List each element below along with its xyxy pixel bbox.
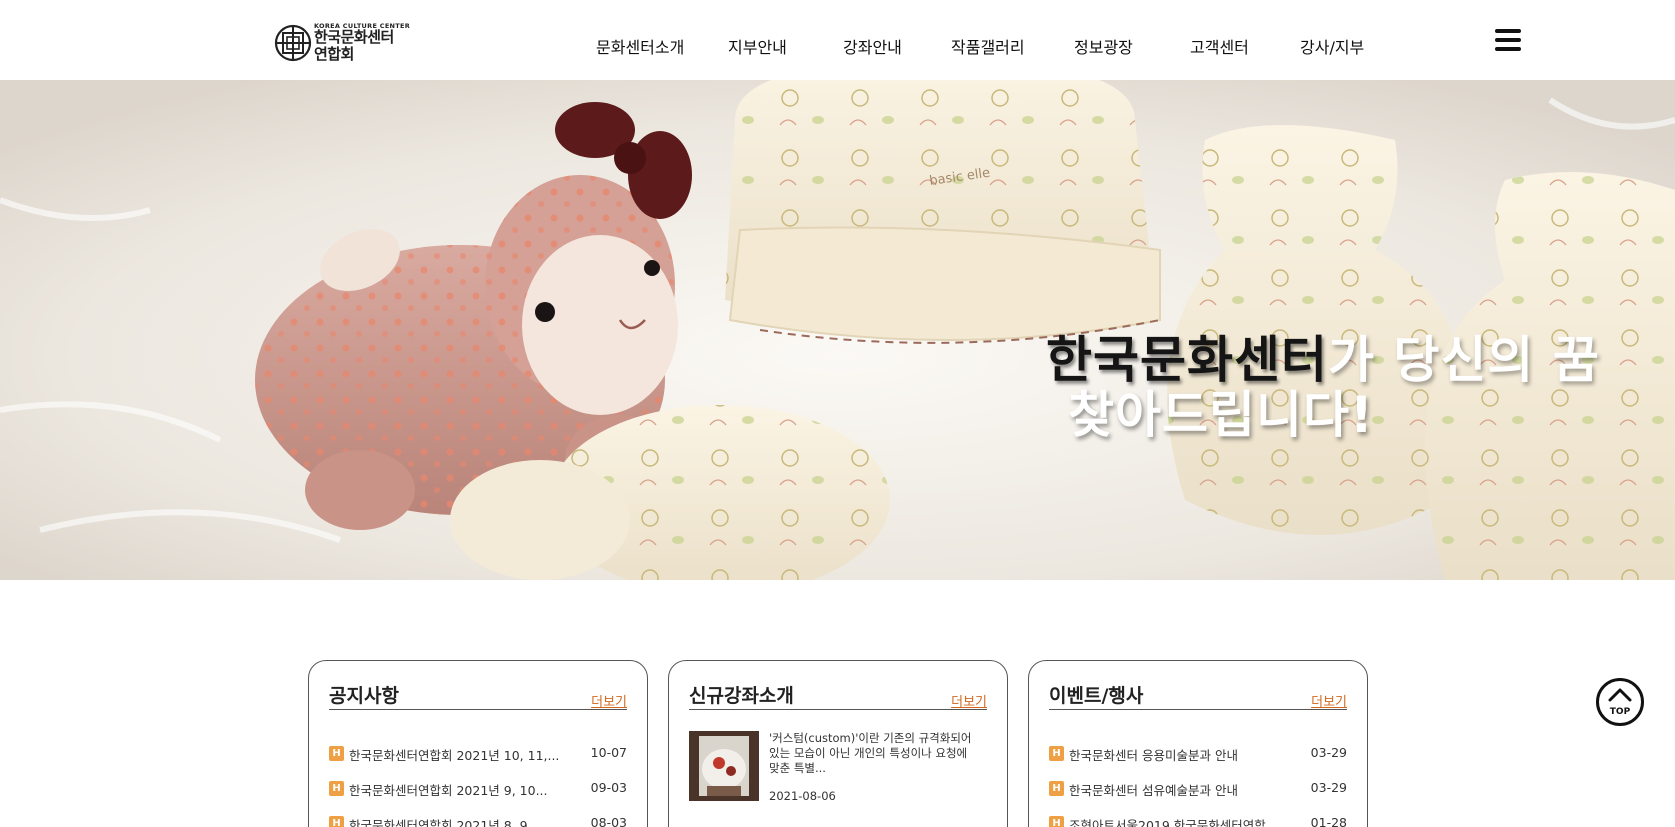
course-date: 2021-08-06 <box>769 789 836 803</box>
nav-item-about[interactable]: 문화센터소개 <box>596 34 684 58</box>
course-thumbnail[interactable] <box>689 731 759 801</box>
emblem-icon <box>274 24 312 62</box>
post-date: 01-28 <box>1310 815 1347 827</box>
hot-badge-icon: H <box>1049 746 1064 761</box>
course-description[interactable]: '커스텀(custom)'이란 기존의 규격화되어 있는 모습이 아닌 개인의 … <box>769 731 979 776</box>
hot-badge-icon: H <box>329 781 344 796</box>
post-title[interactable]: 한국문화센터 응용미술분과 안내 <box>1069 745 1289 764</box>
list-item[interactable]: H 한국문화센터연합회 2021년 9, 10... 09-03 <box>329 780 627 798</box>
hero-headline-line2: 찾아드립니다! <box>1068 386 1374 444</box>
list-item[interactable]: H 한국문화센터 섬유예술분과 안내 03-29 <box>1049 780 1347 798</box>
post-date: 03-29 <box>1310 745 1347 760</box>
post-title[interactable]: 한국문화센터연합회 2021년 8, 9,... <box>349 815 569 827</box>
site-header: KOREA CULTURE CENTER 한국문화센터 연합회 문화센터소개 지… <box>0 0 1675 80</box>
post-date: 09-03 <box>590 780 627 795</box>
scroll-top-button[interactable]: TOP <box>1596 678 1644 726</box>
logo-text: KOREA CULTURE CENTER 한국문화센터 연합회 <box>314 23 410 64</box>
menu-icon[interactable] <box>1495 29 1521 51</box>
notice-more-link[interactable]: 더보기 <box>591 691 627 710</box>
courses-board-title: 신규강좌소개 <box>689 685 794 707</box>
events-board-title: 이벤트/행사 <box>1049 685 1144 707</box>
nav-item-info[interactable]: 정보광장 <box>1074 34 1133 58</box>
post-title[interactable]: 한국문화센터 섬유예술분과 안내 <box>1069 780 1289 799</box>
list-item[interactable]: H 한국문화센터연합회 2021년 8, 9,... 08-03 <box>329 815 627 827</box>
new-courses-board: 신규강좌소개 더보기 '커스텀(custom)'이란 기존의 규격화되어 있는 … <box>668 660 1008 827</box>
courses-more-link[interactable]: 더보기 <box>951 691 987 710</box>
chevron-up-icon <box>1608 688 1632 702</box>
nav-item-gallery[interactable]: 작품갤러리 <box>951 34 1025 58</box>
post-date: 10-07 <box>590 745 627 760</box>
scroll-top-label: TOP <box>1609 707 1631 717</box>
nav-item-branches[interactable]: 지부안내 <box>728 34 787 58</box>
post-title[interactable]: 한국문화센터연합회 2021년 10, 11,... <box>349 745 569 764</box>
nav-item-courses[interactable]: 강좌안내 <box>843 34 902 58</box>
hot-badge-icon: H <box>329 816 344 827</box>
logo-korean-line1: 한국문화센터 <box>314 28 394 47</box>
hot-badge-icon: H <box>1049 781 1064 796</box>
list-item[interactable]: H 한국문화센터 응용미술분과 안내 03-29 <box>1049 745 1347 763</box>
divider <box>1049 709 1347 710</box>
notice-board-title: 공지사항 <box>329 685 399 707</box>
site-logo[interactable]: KOREA CULTURE CENTER 한국문화센터 연합회 <box>274 22 419 64</box>
post-title[interactable]: 한국문화센터연합회 2021년 9, 10... <box>349 780 569 799</box>
events-more-link[interactable]: 더보기 <box>1311 691 1347 710</box>
post-date: 08-03 <box>590 815 627 827</box>
nav-item-instructors[interactable]: 강사/지부 <box>1300 34 1364 58</box>
hot-badge-icon: H <box>329 746 344 761</box>
post-title[interactable]: 조형아트서울2019 한국문화센터연합회... <box>1069 815 1289 827</box>
events-board: 이벤트/행사 더보기 H 한국문화센터 응용미술분과 안내 03-29 H 한국… <box>1028 660 1368 827</box>
baby-hat: basic elle <box>725 80 1161 344</box>
divider <box>689 709 987 710</box>
divider <box>329 709 627 710</box>
post-date: 03-29 <box>1310 780 1347 795</box>
course-item[interactable]: '커스텀(custom)'이란 기존의 규격화되어 있는 모습이 아닌 개인의 … <box>689 731 989 803</box>
logo-korean-line2: 연합회 <box>314 45 354 64</box>
hot-badge-icon: H <box>1049 816 1064 827</box>
notice-board: 공지사항 더보기 H 한국문화센터연합회 2021년 10, 11,... 10… <box>308 660 648 827</box>
hero-banner: basic elle 한국문화센터가 당신의 꿈 찾아드립니다! <box>0 80 1675 580</box>
list-item[interactable]: H 조형아트서울2019 한국문화센터연합회... 01-28 <box>1049 815 1347 827</box>
nav-item-support[interactable]: 고객센터 <box>1190 34 1249 58</box>
list-item[interactable]: H 한국문화센터연합회 2021년 10, 11,... 10-07 <box>329 745 627 763</box>
